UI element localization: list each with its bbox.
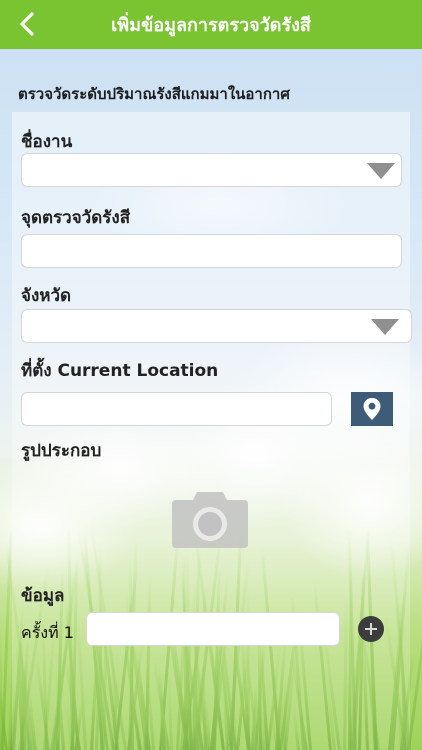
current-location-button[interactable] [351,392,393,426]
province-select[interactable] [21,309,412,343]
location-label: ที่ตั้ง Current Location [21,361,219,381]
photo-label: รูปประกอบ [21,441,102,461]
location-input[interactable] [21,392,332,426]
province-label: จังหวัด [21,286,72,306]
entry-label: ครั้งที่ 1 [21,623,74,642]
event-name-select[interactable] [21,153,402,187]
event-name-label: ชื่องาน [21,132,73,152]
dropdown-arrow-icon [367,163,395,179]
camera-icon [172,492,248,548]
chevron-left-icon [20,12,34,36]
section-title: ตรวจวัดระดับปริมาณรังสีแกมมาในอากาศ [18,85,290,103]
page-title: เพิ่มข้อมูลการตรวจวัดรังสี [111,15,311,36]
entry-input[interactable] [86,612,340,646]
dropdown-arrow-icon [371,319,399,335]
checkpoint-label: จุดตรวจวัดรังสี [21,208,131,228]
back-button[interactable] [12,8,42,40]
add-photo-button[interactable] [170,488,250,550]
data-label: ข้อมูล [21,586,65,606]
add-entry-button[interactable] [358,616,384,642]
plus-circle-icon [365,623,377,635]
app-header: เพิ่มข้อมูลการตรวจวัดรังสี [0,0,422,49]
checkpoint-input[interactable] [21,234,402,268]
map-pin-icon [363,398,381,420]
